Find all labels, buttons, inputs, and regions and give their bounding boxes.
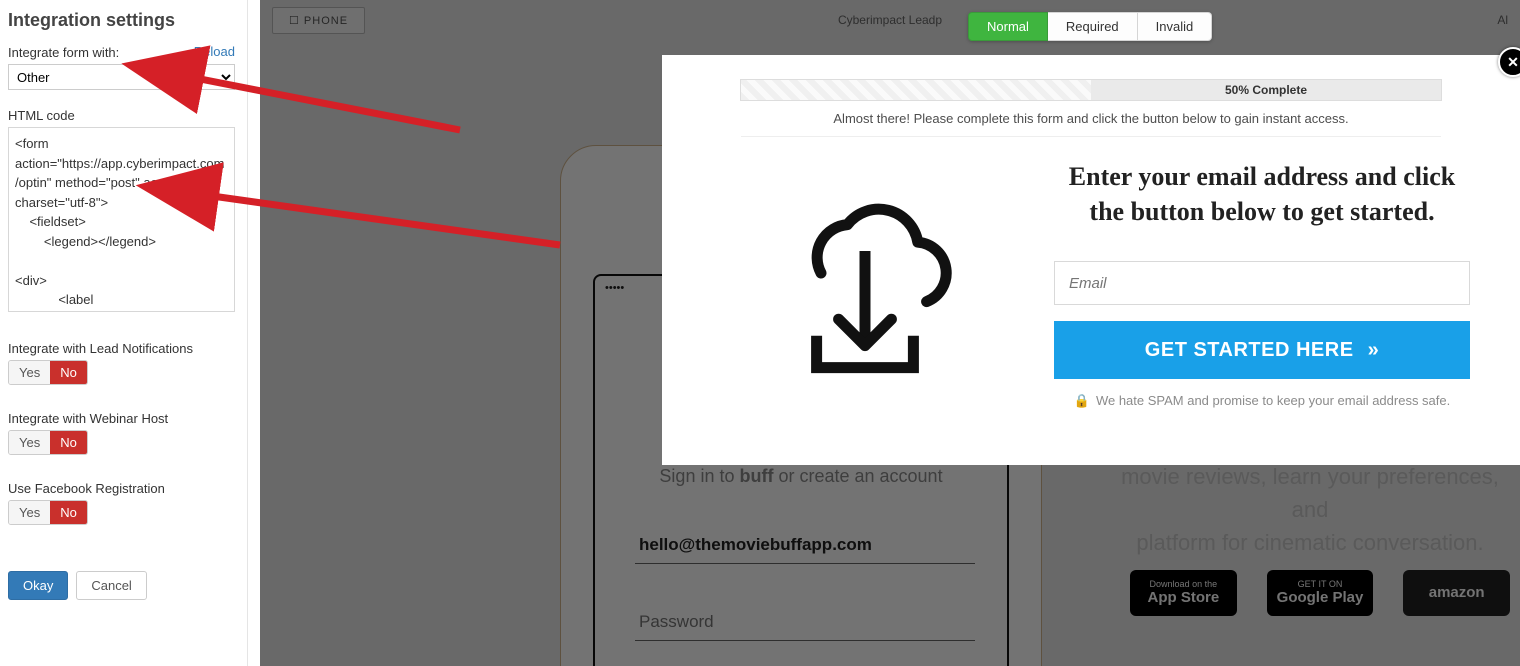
lead-no[interactable]: No	[50, 361, 87, 384]
fb-yes[interactable]: Yes	[9, 501, 50, 524]
html-code-textarea[interactable]: <form action="https://app.cyberimpact.co…	[8, 127, 235, 312]
reload-link[interactable]: Reload	[194, 44, 235, 59]
get-started-button[interactable]: GET STARTED HERE »	[1054, 321, 1470, 379]
cta-label: GET STARTED HERE	[1145, 339, 1354, 362]
modal-headline: Enter your email address and click the b…	[1054, 159, 1470, 229]
progress-bar: 50% Complete	[740, 79, 1442, 101]
lock-icon: 🔒	[1074, 393, 1090, 408]
lead-notifications-toggle[interactable]: Yes No	[8, 360, 88, 385]
fb-no[interactable]: No	[50, 501, 87, 524]
chevron-right-icon: »	[1368, 339, 1380, 362]
spam-note: 🔒We hate SPAM and promise to keep your e…	[1054, 393, 1470, 409]
webinar-host-label: Integrate with Webinar Host	[8, 411, 235, 426]
field-state-tabs: Normal Required Invalid	[968, 12, 1212, 41]
modal-subtitle: Almost there! Please complete this form …	[741, 111, 1441, 137]
lead-notifications-label: Integrate with Lead Notifications	[8, 341, 235, 356]
cloud-download-icon	[712, 159, 1018, 409]
integration-settings-panel: Integration settings Integrate form with…	[0, 0, 248, 666]
okay-button[interactable]: Okay	[8, 571, 68, 600]
webinar-host-toggle[interactable]: Yes No	[8, 430, 88, 455]
lead-yes[interactable]: Yes	[9, 361, 50, 384]
webinar-no[interactable]: No	[50, 431, 87, 454]
html-code-label: HTML code	[8, 108, 235, 123]
tab-invalid[interactable]: Invalid	[1138, 12, 1213, 41]
tab-required[interactable]: Required	[1048, 12, 1138, 41]
cancel-button[interactable]: Cancel	[76, 571, 146, 600]
close-icon[interactable]: ✕	[1498, 47, 1520, 77]
integrate-with-select[interactable]: Other	[8, 64, 235, 90]
facebook-reg-label: Use Facebook Registration	[8, 481, 235, 496]
email-field[interactable]	[1054, 261, 1470, 305]
tab-normal[interactable]: Normal	[968, 12, 1048, 41]
panel-title: Integration settings	[8, 10, 235, 31]
integrate-with-label: Integrate form with:	[8, 45, 119, 60]
optin-modal: ✕ 50% Complete Almost there! Please comp…	[662, 55, 1520, 465]
progress-text: 50% Complete	[1091, 80, 1441, 100]
webinar-yes[interactable]: Yes	[9, 431, 50, 454]
facebook-reg-toggle[interactable]: Yes No	[8, 500, 88, 525]
